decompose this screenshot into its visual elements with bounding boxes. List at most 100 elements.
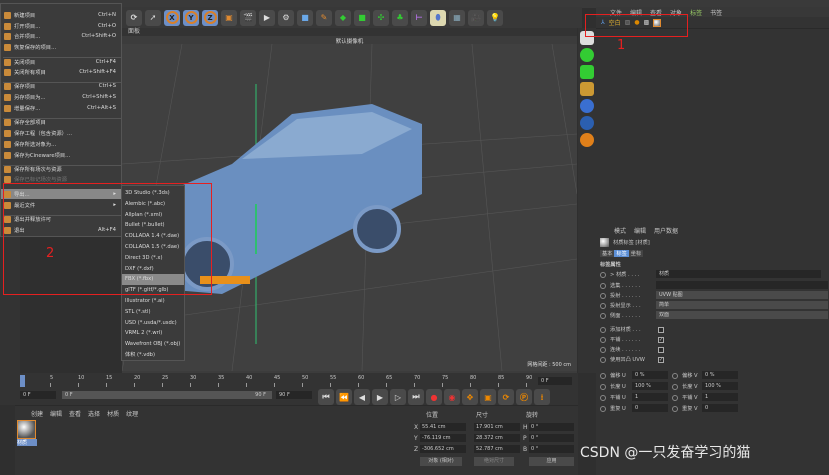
deformer-icon[interactable]: ⊢	[411, 9, 427, 26]
render-view-icon[interactable]: 🎬	[240, 9, 256, 26]
size-x-field[interactable]: 17.901 cm	[474, 423, 520, 431]
export-format-item[interactable]: Wavefront OBJ (*.obj)	[122, 339, 184, 350]
om-menu-bookmark[interactable]: 书签	[710, 8, 722, 17]
paint-tool-icon[interactable]	[580, 48, 594, 62]
next-frame-icon[interactable]: ▷	[390, 389, 406, 405]
mm-menu-select[interactable]: 选择	[88, 409, 100, 418]
projection-display-select[interactable]: 简单	[656, 301, 828, 309]
file-menu-item[interactable]: 保存项目 Ctrl+S	[1, 81, 122, 91]
select-tool-icon[interactable]: ➚	[145, 9, 161, 26]
selection-field[interactable]	[656, 281, 828, 289]
range-slider[interactable]: 0 F 90 F	[62, 391, 272, 399]
mm-menu-texture[interactable]: 纹理	[126, 409, 138, 418]
timeline-ruler[interactable]: 051015202530354045505560657075808590	[20, 375, 532, 387]
mm-menu-edit[interactable]: 编辑	[50, 409, 62, 418]
coordinate-system-icon[interactable]: ▣	[221, 9, 237, 26]
end-frame-field[interactable]: 90 F	[276, 391, 312, 399]
floor-icon[interactable]: ▦	[449, 9, 465, 26]
tab-tag[interactable]: 标签	[614, 250, 629, 257]
extrude-icon[interactable]: ■	[354, 9, 370, 26]
file-menu-item[interactable]: 保存所选对象为...	[1, 139, 122, 149]
file-menu-item[interactable]: 保存全部项目	[1, 117, 122, 127]
mograph-icon[interactable]: ♣	[392, 9, 408, 26]
size-mode-select[interactable]: 绝对尺寸	[474, 457, 514, 466]
file-menu-item[interactable]: 保存为Cineware项目...	[1, 150, 122, 160]
z-axis-lock-button[interactable]: Z	[202, 9, 218, 26]
file-menu-item[interactable]: 增量保存... Ctrl+Alt+S	[1, 103, 122, 113]
pos-y-field[interactable]: -76.119 cm	[420, 434, 466, 442]
tiles-u-field[interactable]: 1	[632, 393, 668, 401]
attr-menu-userdata[interactable]: 用户数据	[654, 226, 678, 235]
qr-icon[interactable]	[580, 99, 594, 113]
start-frame-field[interactable]: 0 F	[20, 391, 56, 399]
s-plugin-icon[interactable]	[580, 116, 594, 130]
file-menu-item[interactable]: 新建项目 Ctrl+N	[1, 10, 122, 20]
pos-z-field[interactable]: -306.652 cm	[420, 445, 466, 453]
sculpt-tool-icon[interactable]	[580, 65, 594, 79]
mm-menu-material[interactable]: 材质	[107, 409, 119, 418]
export-format-item[interactable]: Illustrator (*.ai)	[122, 296, 184, 307]
export-format-item[interactable]: USD (*.usda/*.usdc)	[122, 318, 184, 329]
offset-v-field[interactable]: 0 %	[702, 371, 738, 379]
om-menu-tag[interactable]: 标签	[690, 8, 702, 17]
rot-b-field[interactable]: 0 °	[529, 445, 574, 453]
go-to-end-icon[interactable]: ⏭	[408, 389, 424, 405]
pen-icon[interactable]: ✎	[316, 9, 332, 26]
file-menu-item[interactable]: 恢复保存的项目...	[1, 42, 122, 52]
play-icon[interactable]: ▶	[372, 389, 388, 405]
export-format-item[interactable]: STL (*.stl)	[122, 307, 184, 318]
file-menu-item[interactable]: 保存工程（包含资源）...	[1, 128, 122, 138]
cube-icon[interactable]: ■	[297, 9, 313, 26]
field-icon[interactable]: ⬮	[430, 9, 446, 26]
subdivision-icon[interactable]: ◆	[335, 9, 351, 26]
render-settings-icon[interactable]: ⚙	[278, 9, 294, 26]
export-format-item[interactable]: 体积 (*.vdb)	[122, 350, 184, 361]
offset-u-field[interactable]: 0 %	[632, 371, 668, 379]
timeline[interactable]: 051015202530354045505560657075808590 0 F…	[0, 373, 578, 405]
apply-button[interactable]: 应用	[529, 457, 574, 466]
projection-select[interactable]: UVW 贴图	[656, 291, 828, 299]
go-to-start-icon[interactable]: ⏮	[318, 389, 334, 405]
seamless-checkbox[interactable]	[658, 346, 664, 353]
camera-icon[interactable]: 🎥	[468, 9, 484, 26]
mm-menu-view[interactable]: 查看	[69, 409, 81, 418]
coord-mode-select[interactable]: 对象 (相对)	[420, 457, 462, 466]
tab-coord[interactable]: 坐标	[628, 250, 644, 257]
prev-key-icon[interactable]: ⏪	[336, 389, 352, 405]
x-axis-lock-button[interactable]: X	[164, 9, 180, 26]
material-field[interactable]: 材质	[656, 270, 821, 278]
record-icon[interactable]: ●	[426, 389, 442, 405]
tab-basic[interactable]: 基本	[600, 250, 615, 257]
repeat-u-field[interactable]: 0	[632, 404, 668, 412]
material-swatch[interactable]: 材质	[17, 420, 37, 446]
file-menu-item[interactable]: 打开项目... Ctrl+O	[1, 21, 122, 31]
side-select[interactable]: 双面	[656, 311, 828, 319]
add-material-checkbox[interactable]	[658, 326, 664, 333]
key-pla-icon[interactable]: ⁞	[534, 389, 550, 405]
file-menu-item[interactable]: 保存所有场次与资源	[1, 164, 122, 174]
prev-frame-icon[interactable]: ◀	[354, 389, 370, 405]
playhead[interactable]	[20, 375, 25, 387]
light-icon[interactable]: 💡	[487, 9, 503, 26]
render-picture-viewer-icon[interactable]: ▶	[259, 9, 275, 26]
file-menu-item[interactable]: 合并项目... Ctrl+Shift+O	[1, 31, 122, 41]
pos-x-field[interactable]: 55.41 cm	[420, 423, 466, 431]
auto-key-icon[interactable]: ◉	[444, 389, 460, 405]
length-u-field[interactable]: 100 %	[632, 382, 668, 390]
material-name[interactable]: 材质	[17, 439, 37, 446]
current-frame-field[interactable]: 0 F	[538, 377, 572, 385]
y-axis-lock-button[interactable]: Y	[183, 9, 199, 26]
viewport-panel-menu[interactable]: 面板	[122, 28, 577, 36]
s-plugin-orange-icon[interactable]	[580, 133, 594, 147]
key-move-icon[interactable]: ✥	[462, 389, 478, 405]
mm-menu-create[interactable]: 创建	[31, 409, 43, 418]
cloner-icon[interactable]: ✣	[373, 9, 389, 26]
key-scale-icon[interactable]: ▣	[480, 389, 496, 405]
snap-tool-icon[interactable]	[580, 82, 594, 96]
key-param-icon[interactable]: Ⓟ	[516, 389, 532, 405]
use-uvw-checkbox[interactable]: ✓	[658, 356, 664, 363]
file-menu-item[interactable]: 另存项目为... Ctrl+Shift+S	[1, 92, 122, 102]
file-menu-item[interactable]: 关闭项目 Ctrl+F4	[1, 57, 122, 67]
rotate-tool-icon[interactable]: ⟳	[126, 9, 142, 26]
repeat-v-field[interactable]: 0	[702, 404, 738, 412]
